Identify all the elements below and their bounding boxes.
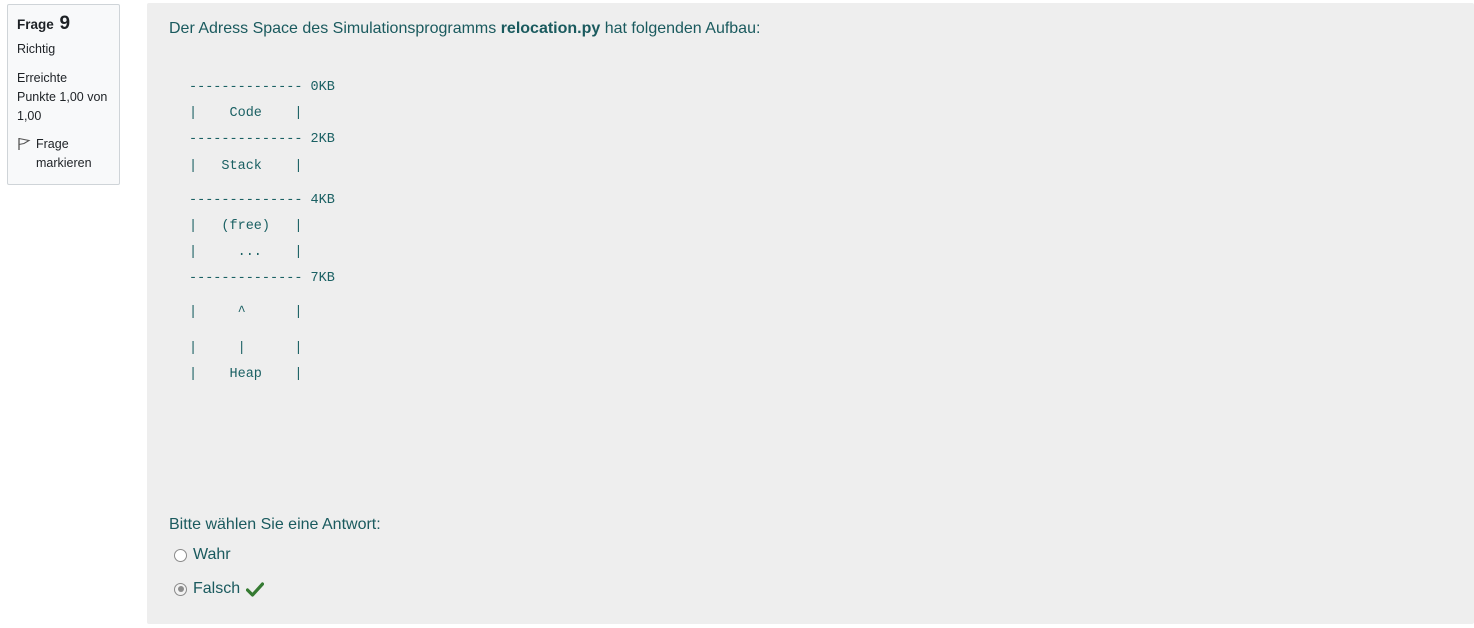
question-label: Frage bbox=[17, 17, 54, 32]
program-name: relocation.py bbox=[500, 20, 601, 37]
diagram-line: -------------- 4KB bbox=[189, 193, 335, 208]
question-number: Frage 9 bbox=[17, 13, 110, 36]
diagram-line: | (free) | bbox=[189, 219, 303, 234]
diagram-line: | ^ | bbox=[189, 305, 303, 320]
question-state: Richtig bbox=[17, 42, 56, 56]
check-icon bbox=[246, 581, 265, 597]
grade-line: 1,00 bbox=[17, 109, 42, 123]
diagram-line: | Heap | bbox=[189, 367, 303, 382]
answer-prompt: Bitte wählen Sie eine Antwort: bbox=[169, 516, 381, 533]
answer-label-true[interactable]: Wahr bbox=[193, 546, 231, 564]
radio-button-true[interactable] bbox=[174, 548, 187, 562]
question-text: Der Adress Space des Simulationsprogramm… bbox=[169, 20, 760, 38]
flag-label: Frage bbox=[36, 137, 69, 151]
flag-label: markieren bbox=[36, 156, 92, 170]
diagram-line: -------------- 2KB bbox=[189, 132, 335, 147]
grade-line: Punkte 1,00 von bbox=[17, 90, 108, 104]
radio-button-false[interactable] bbox=[174, 582, 187, 596]
answer-option-true[interactable]: Wahr bbox=[174, 546, 231, 564]
question-text-start: Der Adress Space des Simulationsprogramm… bbox=[169, 20, 501, 37]
diagram-line: -------------- 0KB bbox=[189, 80, 335, 95]
diagram-line: | ... | bbox=[189, 245, 303, 260]
question-content: Der Adress Space des Simulationsprogramm… bbox=[147, 3, 1474, 624]
answer-label-false[interactable]: Falsch bbox=[193, 580, 240, 598]
question-text-end: hat folgenden Aufbau: bbox=[600, 20, 761, 37]
diagram-line: | | | bbox=[189, 341, 303, 356]
diagram-line: -------------- 7KB bbox=[189, 271, 335, 286]
question-info-panel: Frage 9 Richtig Erreichte Punkte 1,00 vo… bbox=[7, 4, 120, 185]
answer-option-false[interactable]: Falsch bbox=[174, 580, 265, 598]
flag-question-link[interactable]: Frage markieren bbox=[17, 135, 110, 173]
diagram-line: | Code | bbox=[189, 106, 303, 121]
flag-icon bbox=[18, 137, 31, 150]
grade-line: Erreichte bbox=[17, 71, 68, 85]
diagram-line: | Stack | bbox=[189, 159, 303, 174]
question-grade: Erreichte Punkte 1,00 von 1,00 bbox=[17, 69, 110, 126]
question-number-value: 9 bbox=[59, 13, 71, 34]
